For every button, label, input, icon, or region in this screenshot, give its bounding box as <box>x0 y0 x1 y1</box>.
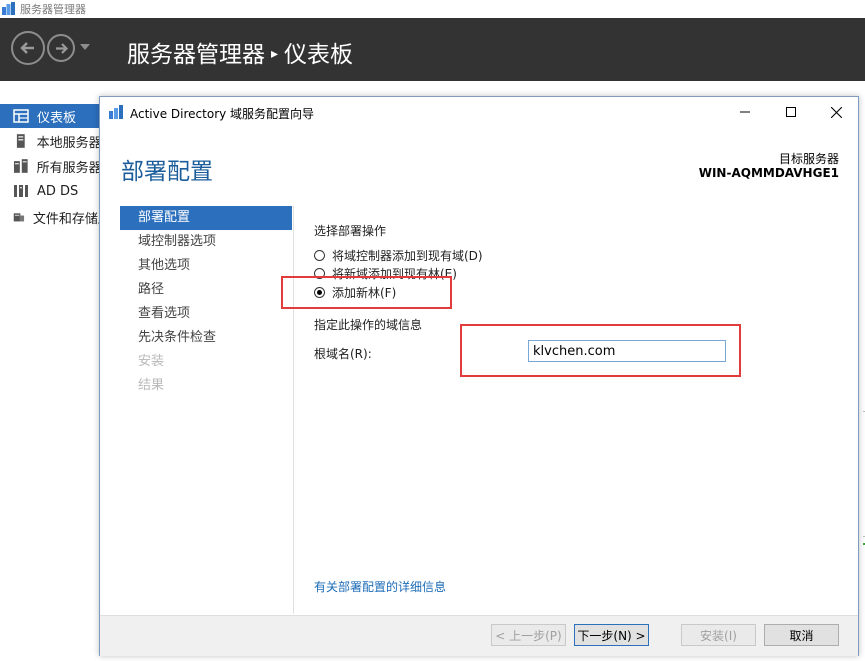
local-server-icon <box>16 134 25 148</box>
history-dropdown-icon[interactable] <box>80 44 90 50</box>
back-button[interactable] <box>11 31 45 65</box>
highlight-box-root-domain <box>460 324 741 377</box>
sidebar-item-ad-ds[interactable]: AD DS <box>0 179 100 203</box>
server-manager-titlebar: 服务器管理器 <box>0 0 865 18</box>
forward-button[interactable] <box>47 34 75 62</box>
breadcrumb-current: 仪表板 <box>284 42 354 68</box>
sidebar-item-label: 所有服务器 <box>36 160 100 176</box>
option-add-dc-to-existing-domain[interactable]: 将域控制器添加到现有域(D) <box>314 247 483 264</box>
previous-button[interactable]: < 上一步(P) <box>491 624 566 646</box>
server-manager-header: 服务器管理器 ▸ 仪表板 <box>0 18 865 81</box>
wizard-step-paths[interactable]: 路径 <box>120 278 292 302</box>
select-operation-label: 选择部署操作 <box>314 224 387 238</box>
wizard-step-additional-options[interactable]: 其他选项 <box>120 254 292 278</box>
breadcrumb: 服务器管理器 ▸ 仪表板 <box>127 35 353 69</box>
ad-ds-config-wizard-dialog: Active Directory 域服务配置向导 部署配置 目标服务器 WIN-… <box>99 96 859 656</box>
ad-ds-icon <box>14 185 28 197</box>
wizard-app-icon <box>109 105 123 119</box>
sidebar-item-file-storage[interactable]: 文件和存储服务 <box>0 205 100 229</box>
root-domain-label: 根域名(R): <box>314 347 372 361</box>
highlight-box-new-forest <box>281 276 452 309</box>
server-manager-app-icon <box>2 2 15 15</box>
all-servers-icon <box>13 159 28 173</box>
steps-divider <box>293 206 294 614</box>
page-title: 部署配置 <box>121 159 213 185</box>
cancel-button[interactable]: 取消 <box>764 624 839 646</box>
dialog-title: Active Directory 域服务配置向导 <box>130 107 315 121</box>
next-button[interactable]: 下一步(N) > <box>574 624 649 646</box>
arrow-left-icon <box>20 42 34 54</box>
file-storage-icon <box>13 213 25 222</box>
sidebar-item-label: AD DS <box>37 183 79 199</box>
server-manager-window-title: 服务器管理器 <box>20 3 86 16</box>
sidebar-item-label: 文件和存储服务 <box>32 211 100 227</box>
sidebar-item-local-server[interactable]: 本地服务器 <box>0 129 100 153</box>
arrow-right-icon <box>55 42 68 54</box>
server-manager-content-edge <box>858 81 865 661</box>
sidebar-item-dashboard[interactable]: 仪表板 <box>0 104 100 128</box>
wizard-step-deployment-config[interactable]: 部署配置 <box>120 206 292 230</box>
wizard-steps: 部署配置 域控制器选项 其他选项 路径 查看选项 先决条件检查 安装 结果 <box>120 206 292 398</box>
deployment-config-help-link[interactable]: 有关部署配置的详细信息 <box>314 578 446 595</box>
sidebar-item-label: 本地服务器 <box>36 135 100 151</box>
install-button[interactable]: 安装(I) <box>681 624 756 646</box>
sidebar-item-label: 仪表板 <box>37 110 77 126</box>
wizard-step-prerequisites-check[interactable]: 先决条件检查 <box>120 326 292 350</box>
domain-info-label: 指定此操作的域信息 <box>314 318 423 332</box>
breadcrumb-separator-icon: ▸ <box>271 46 279 62</box>
wizard-step-review-options[interactable]: 查看选项 <box>120 302 292 326</box>
wizard-step-installation: 安装 <box>138 354 165 369</box>
wizard-step-dc-options[interactable]: 域控制器选项 <box>120 230 292 254</box>
wizard-button-bar: < 上一步(P) 下一步(N) > 安装(I) 取消 <box>100 615 858 656</box>
option-label: 将域控制器添加到现有域(D) <box>332 249 483 263</box>
breadcrumb-root[interactable]: 服务器管理器 <box>127 42 265 68</box>
server-manager-sidebar: 仪表板 本地服务器 所有服务器 AD DS 文件和存储服务 <box>0 81 100 661</box>
wizard-step-results: 结果 <box>138 378 165 393</box>
radio-button[interactable] <box>314 250 325 261</box>
dashboard-icon <box>13 109 29 123</box>
sidebar-item-all-servers[interactable]: 所有服务器 <box>0 154 100 178</box>
